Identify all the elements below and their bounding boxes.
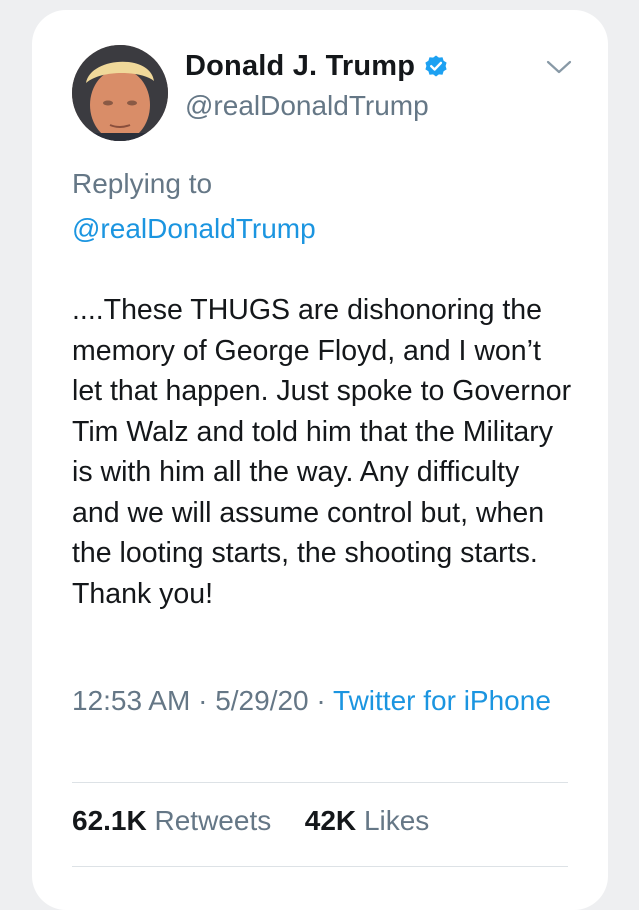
- tweet-meta: 12:53 AM · 5/29/20 · Twitter for iPhone: [72, 680, 572, 722]
- author-handle[interactable]: @realDonaldTrump: [185, 90, 429, 122]
- replying-to-handle-link[interactable]: @realDonaldTrump: [72, 213, 316, 245]
- verified-badge-icon: [423, 54, 449, 80]
- meta-separator: ·: [198, 685, 216, 716]
- avatar-image: [72, 45, 168, 141]
- likes-stat[interactable]: 42K Likes: [305, 805, 430, 836]
- tweet-date[interactable]: 5/29/20: [215, 685, 308, 716]
- meta-separator: ·: [316, 685, 334, 716]
- divider: [72, 866, 568, 867]
- likes-count: 42K: [304, 805, 357, 836]
- display-name[interactable]: Donald J. Trump: [185, 50, 415, 83]
- retweets-count: 62.1K: [72, 805, 147, 836]
- avatar[interactable]: [72, 45, 168, 141]
- retweets-stat[interactable]: 62.1K Retweets: [72, 805, 279, 836]
- chevron-down-icon[interactable]: [545, 58, 573, 76]
- engagement-stats: 62.1K Retweets 42K Likes: [72, 805, 429, 837]
- replying-to-label: Replying to: [72, 168, 213, 199]
- tweet-card: Donald J. Trump @realDonaldTrump Replyin…: [32, 10, 608, 910]
- author-name-row[interactable]: Donald J. Trump: [185, 50, 449, 83]
- tweet-text: ....These THUGS are dishonoring the memo…: [72, 294, 572, 610]
- tweet-source-link[interactable]: Twitter for iPhone: [333, 685, 551, 716]
- retweets-label: Retweets: [154, 805, 272, 836]
- likes-label: Likes: [363, 805, 430, 836]
- divider: [72, 782, 568, 783]
- tweet-time[interactable]: 12:53 AM: [72, 685, 190, 716]
